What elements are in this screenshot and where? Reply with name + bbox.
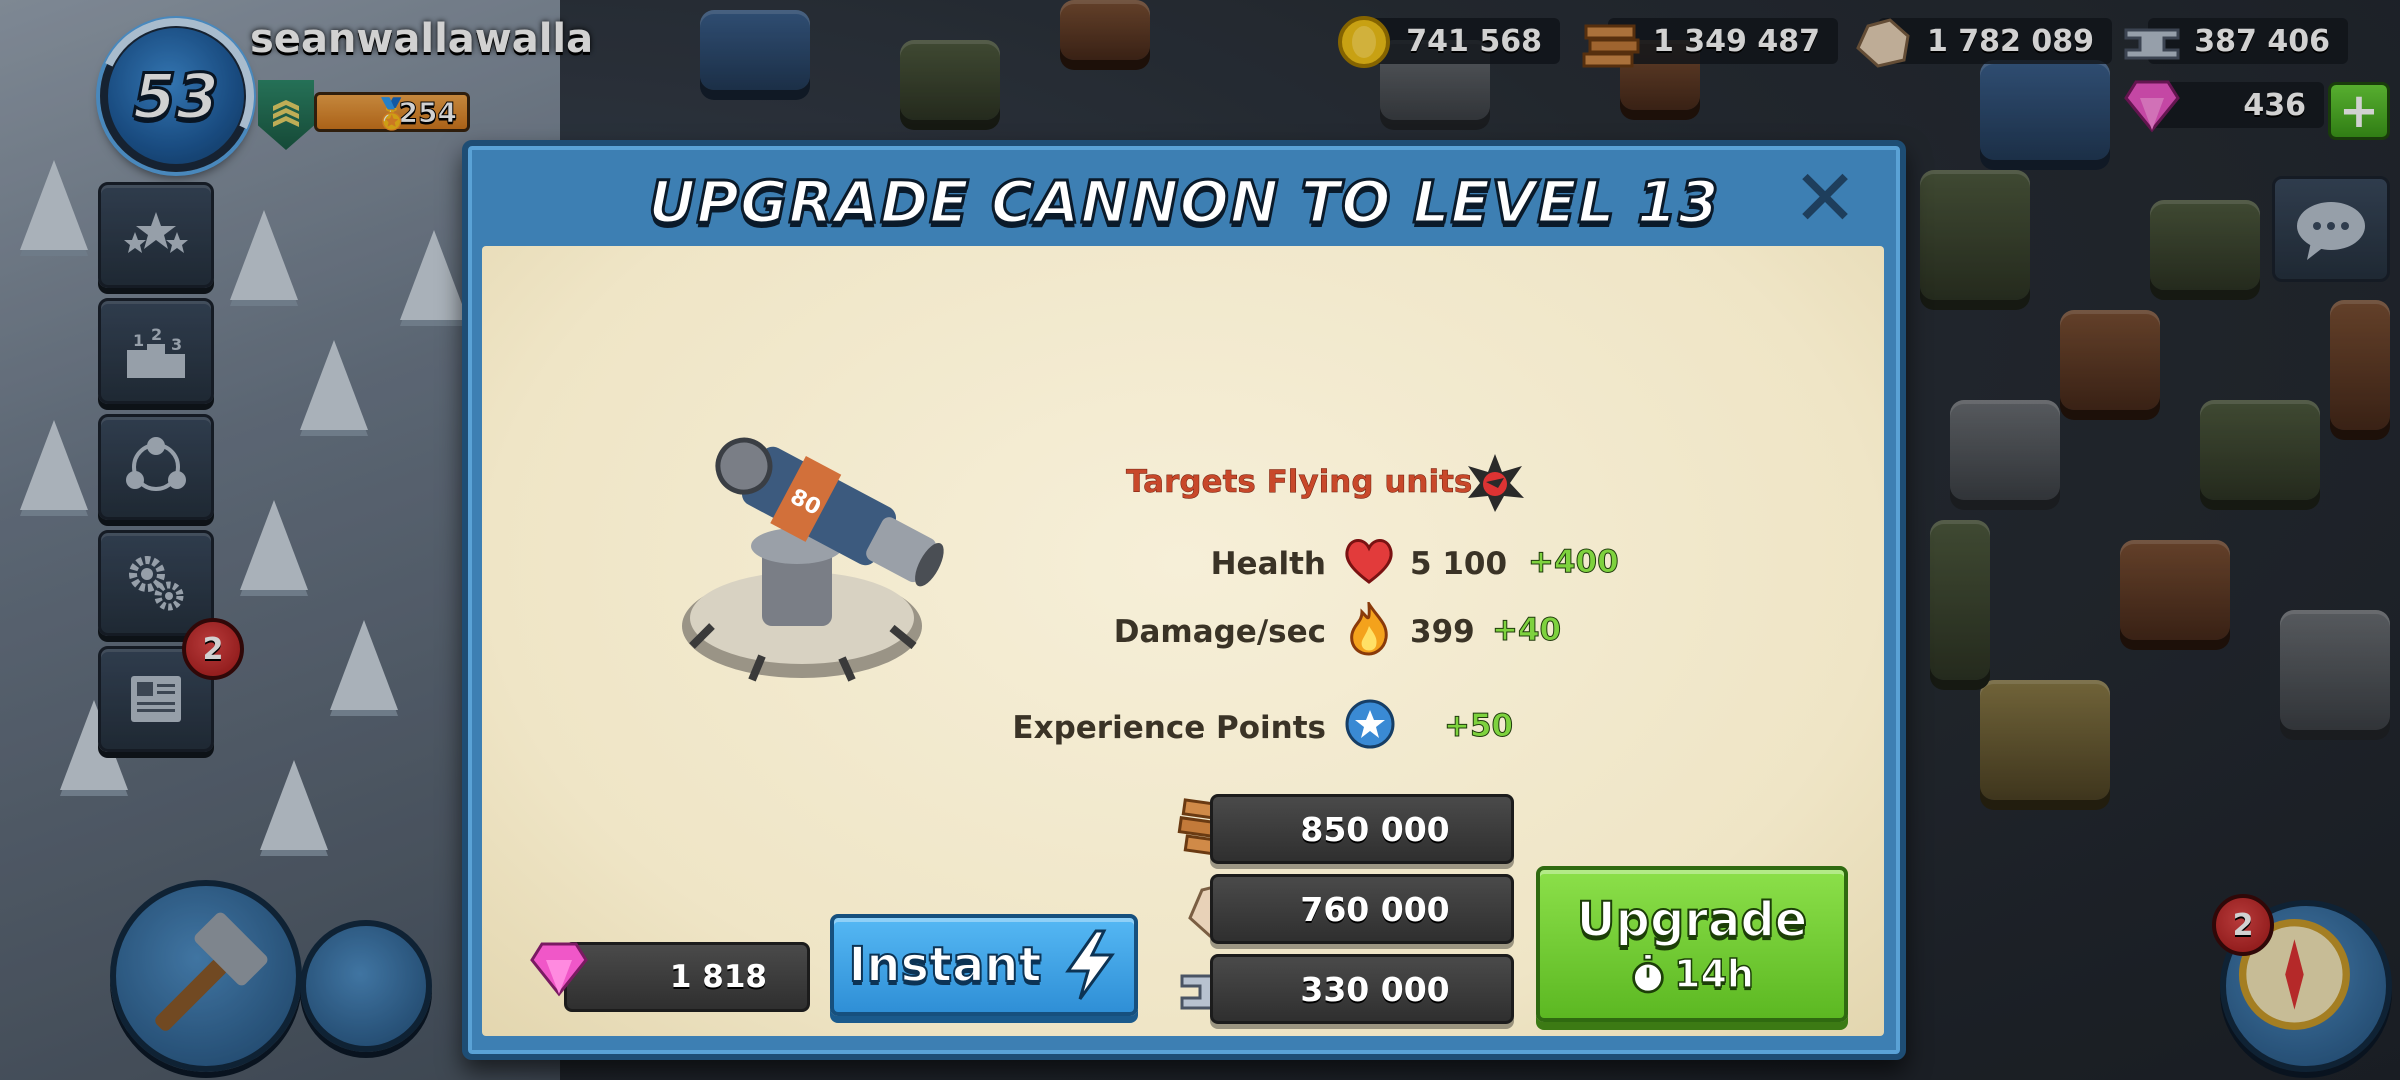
wood-cost-value: 850 000 — [1300, 809, 1450, 849]
instant-button-label: Instant — [847, 936, 1042, 994]
iron-cost-value: 330 000 — [1300, 969, 1450, 1009]
fire-icon — [1350, 602, 1388, 656]
close-button[interactable]: ✕ — [1790, 160, 1860, 238]
damage-bonus: +40 — [1491, 612, 1562, 649]
targets-flying-text: Targets Flying units — [1126, 464, 1473, 501]
upgrade-time-value: 14h — [1673, 951, 1754, 997]
upgrade-button[interactable]: Upgrade 14h — [1536, 866, 1848, 1022]
dialog-content-panel: 80 Targets Flying units Health 5 100 +40… — [482, 246, 1884, 1036]
health-label: Health — [1210, 546, 1326, 582]
health-value: 5 100 — [1410, 546, 1508, 582]
instant-upgrade-button[interactable]: Instant — [830, 914, 1138, 1016]
cannon-building-image: 80 — [682, 437, 944, 682]
star-icon — [1345, 699, 1395, 749]
instant-diamond-cost-value: 1 818 — [669, 959, 767, 995]
iron-cost: 330 000 — [1210, 954, 1514, 1024]
stopwatch-icon — [1632, 954, 1664, 994]
upgrade-button-label: Upgrade — [1576, 891, 1809, 949]
experience-bonus: +50 — [1443, 708, 1514, 745]
experience-points-label: Experience Points — [1012, 710, 1326, 746]
instant-diamond-cost: 1 818 — [564, 942, 810, 1012]
health-bonus: +400 — [1528, 544, 1620, 581]
upgrade-duration: 14h — [1630, 951, 1755, 997]
upgrade-dialog: Upgrade Cannon to Level 13 ✕ 80 — [462, 140, 1906, 1060]
damage-value: 399 — [1410, 614, 1475, 650]
lightning-icon — [1064, 929, 1115, 1000]
damage-label: Damage/sec — [1113, 614, 1326, 650]
heart-icon — [1345, 539, 1393, 584]
flying-target-icon — [1468, 454, 1524, 512]
diamond-icon — [530, 942, 588, 997]
wood-cost: 850 000 — [1210, 794, 1514, 864]
dialog-title: Upgrade Cannon to Level 13 — [647, 167, 1720, 238]
stone-cost-value: 760 000 — [1300, 889, 1450, 929]
stone-cost: 760 000 — [1210, 874, 1514, 944]
